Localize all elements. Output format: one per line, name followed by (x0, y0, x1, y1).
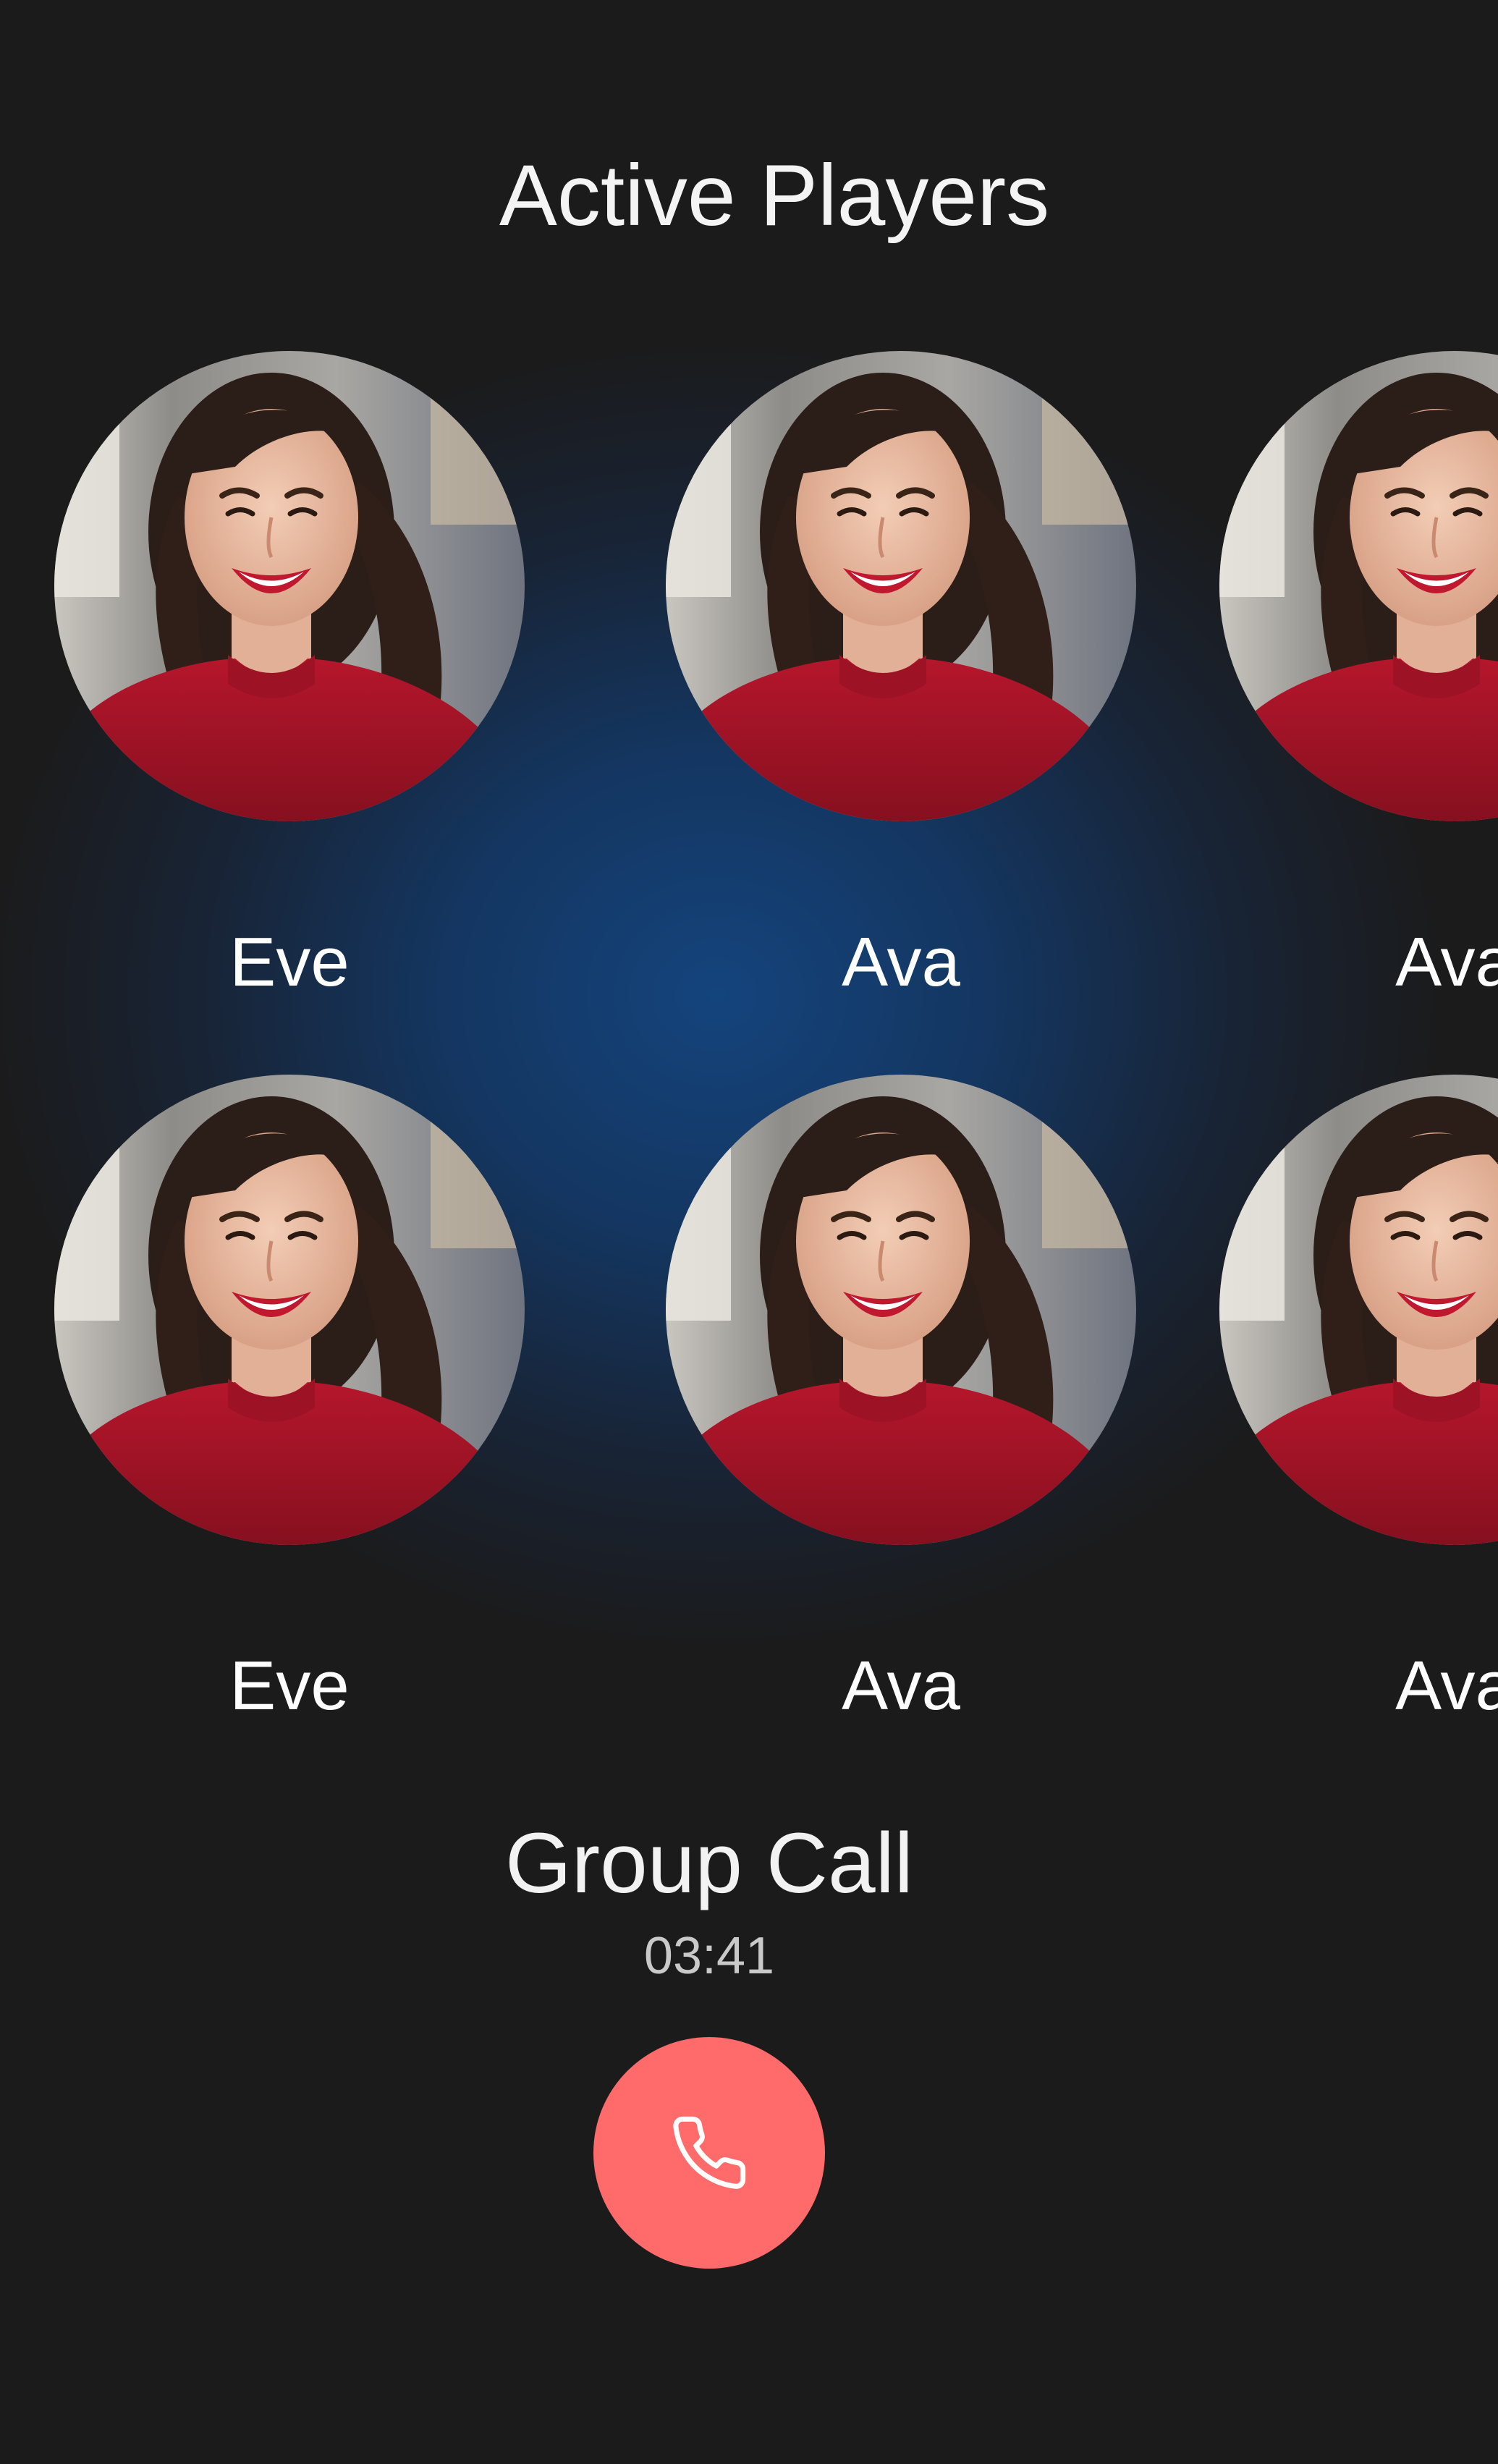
player-name: Eve (229, 923, 350, 1001)
call-timer: 03:41 (643, 1927, 775, 1985)
page-title: Active Players (499, 147, 1050, 244)
player-name: Ava (1395, 1647, 1498, 1724)
player-name: Eve (229, 1647, 350, 1724)
avatar (54, 1075, 525, 1545)
end-call-button[interactable] (593, 2037, 825, 2269)
avatar (1219, 351, 1498, 821)
avatar (666, 351, 1136, 821)
call-title: Group Call (504, 1816, 913, 1911)
player-name: Ava (1395, 923, 1498, 1001)
phone-icon (673, 2116, 746, 2189)
group-call-screen: Active Players Eve Ava Ava Eve Ava Ava G… (0, 0, 1498, 2464)
avatar (54, 351, 525, 821)
avatar (1219, 1075, 1498, 1545)
avatar (666, 1075, 1136, 1545)
